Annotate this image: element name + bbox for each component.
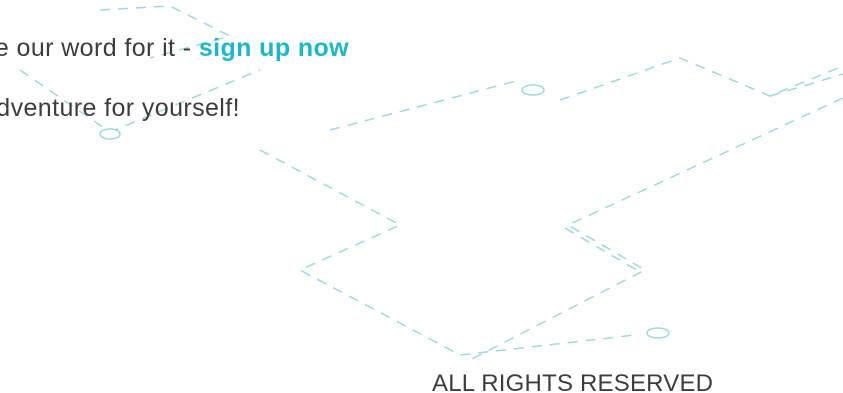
sign-up-link[interactable]: sign up now — [199, 34, 349, 62]
hero-line-1-text: ke our word for it - — [0, 34, 199, 62]
hero-line-2: adventure for yourself! — [0, 94, 240, 122]
footer-rights-text: ALL RIGHTS RESERVED — [432, 370, 714, 393]
hero-line-1: ke our word for it - sign up now — [0, 34, 349, 63]
page: ke our word for it - sign up now adventu… — [0, 0, 843, 393]
